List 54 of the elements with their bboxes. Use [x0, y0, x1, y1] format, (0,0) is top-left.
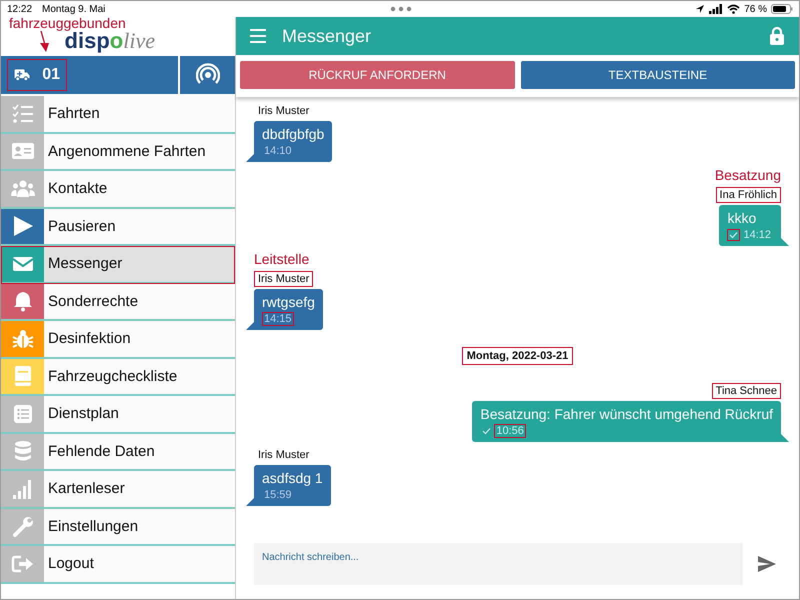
sender-name: Ina Fröhlich [716, 187, 781, 203]
sender-name: Iris Muster [257, 104, 310, 119]
sender-name: Tina Schnee [712, 383, 781, 399]
wifi-icon [727, 4, 740, 14]
nav-item[interactable]: Sonderrechte [1, 284, 235, 321]
message-time: 15:59 [263, 488, 293, 502]
callback-button[interactable]: RÜCKRUF ANFORDERN [240, 61, 514, 89]
bug-icon [10, 328, 34, 350]
nav-item[interactable]: Fahrten [1, 96, 235, 134]
nav-item[interactable]: Dienstplan [1, 396, 235, 434]
nav-item[interactable]: Angenommene Fahrten [1, 134, 235, 171]
logo: dispolive [64, 30, 155, 52]
nav-item[interactable]: Logout [1, 546, 235, 584]
nav-item[interactable]: Pausieren [1, 208, 235, 246]
message-time: 14:10 [263, 144, 293, 158]
annotation-arrow [37, 31, 51, 53]
vehicle-unit-button[interactable]: 01 [7, 59, 67, 91]
message-text: rwtgsefg [262, 294, 315, 310]
lock-icon[interactable] [769, 26, 785, 46]
message-time: 14:15 [262, 312, 294, 326]
location-icon [695, 4, 706, 14]
message-text: dbdfgbfgb [262, 126, 324, 142]
message-input[interactable]: Nachricht schreiben... [254, 543, 743, 585]
annotation-label: Besatzung [714, 167, 781, 183]
battery-percent: 76 % [744, 4, 767, 14]
multitask-dots-icon[interactable] [390, 6, 412, 12]
snippets-button[interactable]: TEXTBAUSTEINE [520, 61, 795, 89]
sender-name: Iris Muster [257, 448, 310, 463]
status-time: 12:22 [7, 4, 32, 14]
nav-item[interactable]: Desinfektion [1, 321, 235, 358]
wrench-icon [10, 515, 34, 538]
send-icon[interactable] [757, 555, 777, 573]
menu-icon[interactable] [250, 29, 268, 43]
nav-item[interactable]: Fehlende Daten [1, 434, 235, 471]
sender-name: Iris Muster [254, 271, 314, 287]
nav-item[interactable]: Einstellungen [1, 508, 235, 546]
nav-item[interactable]: Kartenleser [1, 471, 235, 508]
nav-item[interactable]: Kontakte [1, 171, 235, 208]
nav-item[interactable]: Fahrzeugcheckliste [1, 358, 235, 396]
battery-icon [771, 4, 793, 14]
header-title: Messenger [282, 26, 372, 46]
message-text: Besatzung: Fahrer wünscht umgehend Rückruf [480, 406, 773, 422]
date-separator: Montag, 2022-03-21 [462, 347, 574, 365]
nav-item[interactable]: Messenger [1, 246, 235, 284]
message-text: asdfsdg 1 [262, 470, 323, 486]
annotation-label: Leitstelle [254, 251, 310, 267]
checklist-icon [10, 102, 34, 125]
status-date: Montag 9. Mai [42, 4, 106, 14]
message-time: 14:12 [742, 228, 772, 242]
annotation-label: fahrzeuggebunden [9, 15, 126, 31]
people-icon [10, 178, 34, 200]
signal-icon [709, 4, 724, 14]
message-text: kkko [727, 210, 758, 226]
message-time: 10:56 [494, 424, 526, 438]
